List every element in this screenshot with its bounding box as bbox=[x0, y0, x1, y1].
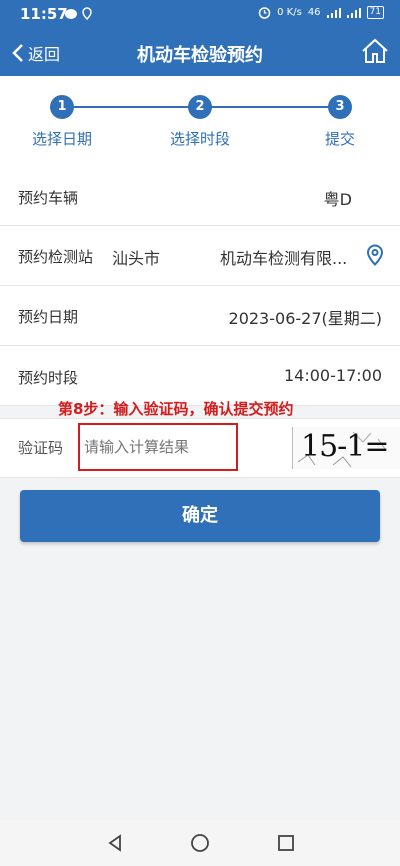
battery-icon: 71 bbox=[366, 6, 384, 19]
confirm-button[interactable]: 确定 bbox=[20, 490, 380, 542]
captcha-image[interactable]: 15-1= bbox=[292, 427, 400, 469]
net-speed: 0 K/s bbox=[277, 7, 302, 18]
home-icon[interactable] bbox=[360, 36, 390, 66]
signal-bars-icon bbox=[326, 7, 341, 18]
station-row[interactable]: 预约检测站 汕头市 机动车检测有限... bbox=[0, 226, 400, 286]
date-row: 预约日期 2023-06-27(星期二) bbox=[0, 286, 400, 346]
step-3-label: 提交 bbox=[324, 130, 355, 148]
signal-indicator: 46 bbox=[307, 7, 321, 18]
alarm-icon bbox=[258, 7, 271, 19]
recents-square-icon[interactable] bbox=[276, 833, 296, 853]
back-triangle-icon[interactable] bbox=[105, 833, 125, 853]
status-bar: 11:57 0 K/s 46 71 bbox=[0, 0, 400, 30]
page-title: 机动车检验预约 bbox=[137, 45, 263, 66]
step-2-indicator: 2 bbox=[188, 95, 212, 119]
vehicle-value: 粤D bbox=[323, 190, 352, 209]
step-progress: 1 2 3 选择日期 选择时段 提交 bbox=[0, 76, 400, 168]
captcha-input[interactable] bbox=[78, 423, 238, 471]
date-label: 预约日期 bbox=[18, 308, 79, 326]
period-label: 预约时段 bbox=[18, 369, 79, 387]
home-circle-icon[interactable] bbox=[190, 833, 210, 853]
notification-icons bbox=[64, 7, 92, 23]
captcha-text: 15-1= bbox=[301, 429, 390, 464]
step-annotation: 第8步：输入验证码，确认提交预约 bbox=[58, 400, 294, 418]
vehicle-row: 预约车辆 粤D bbox=[0, 168, 400, 226]
step-1-label: 选择日期 bbox=[31, 130, 92, 148]
step-2-label: 选择时段 bbox=[169, 130, 230, 148]
status-time: 11:57 bbox=[20, 5, 68, 23]
period-row: 预约时段 14:00-17:00 bbox=[0, 346, 400, 406]
station-label: 预约检测站 bbox=[18, 248, 94, 266]
captcha-label: 验证码 bbox=[18, 439, 64, 457]
signal-bars-icon-2 bbox=[346, 7, 361, 18]
step-3-indicator: 3 bbox=[328, 95, 352, 119]
vehicle-label: 预约车辆 bbox=[18, 189, 79, 207]
status-right: 0 K/s 46 71 bbox=[258, 6, 384, 19]
location-pin-icon bbox=[82, 7, 92, 21]
nav-bar: 返回 机动车检验预约 bbox=[0, 30, 400, 76]
station-city: 汕头市 bbox=[112, 249, 161, 268]
step-1-indicator: 1 bbox=[50, 95, 74, 119]
step-connector bbox=[62, 106, 200, 108]
location-pin-icon[interactable] bbox=[366, 244, 384, 266]
system-nav-bar bbox=[0, 820, 400, 866]
station-name: 机动车检测有限... bbox=[220, 249, 348, 268]
message-icon bbox=[65, 9, 77, 19]
captcha-row: 验证码 15-1= bbox=[0, 418, 400, 478]
step-connector bbox=[200, 106, 340, 108]
date-value: 2023-06-27(星期二) bbox=[228, 309, 382, 328]
period-value: 14:00-17:00 bbox=[284, 366, 382, 385]
